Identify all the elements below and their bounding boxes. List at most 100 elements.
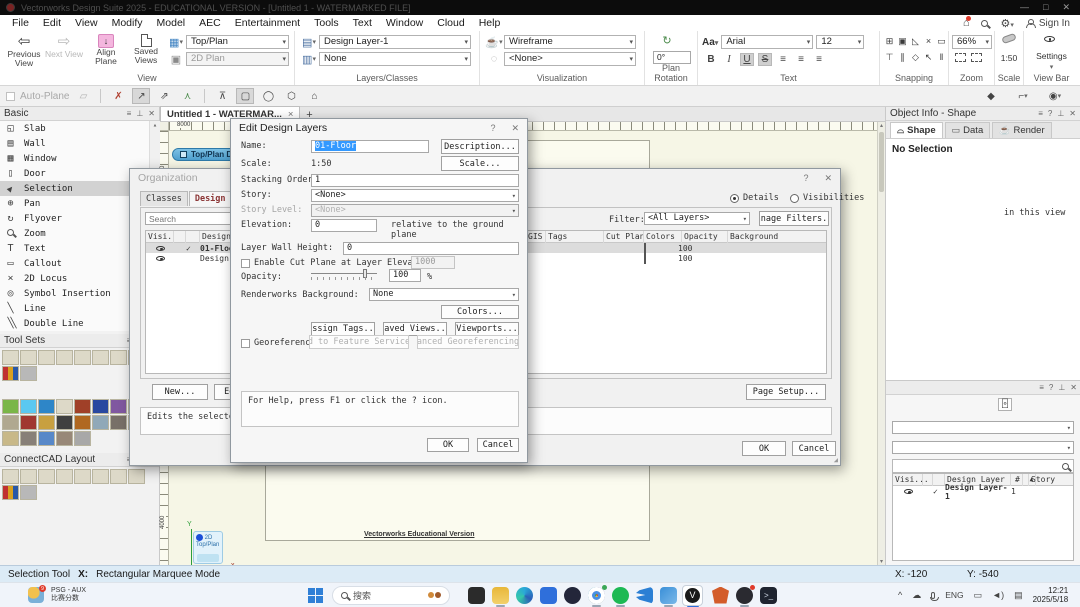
multi-select-icon[interactable]: ⇗ (155, 88, 173, 104)
connectcad-icon[interactable] (2, 469, 19, 484)
ok-button[interactable]: OK (427, 438, 469, 452)
menu-cloud[interactable]: Cloud (431, 16, 470, 30)
tool-group-icon[interactable] (74, 431, 91, 446)
toolset-icon[interactable] (92, 350, 109, 365)
snap-object-icon[interactable]: ▣ (896, 35, 909, 47)
scale-icon[interactable] (1001, 33, 1017, 44)
visibility-eye-icon[interactable] (156, 246, 165, 251)
new-button[interactable]: New... (152, 384, 208, 400)
plane-mode-icon[interactable]: ▱ (74, 88, 92, 104)
menu-file[interactable]: File (6, 16, 35, 30)
rectangular-marquee-icon[interactable]: ▢ (236, 88, 254, 104)
plan-rotation-icon[interactable]: ↻ (659, 33, 675, 47)
menu-entertainment[interactable]: Entertainment (229, 16, 306, 30)
assign-tags-button[interactable]: Assign Tags... (311, 322, 375, 336)
saved-views-button[interactable]: Saved Views... (383, 322, 447, 336)
snap-tangent-icon[interactable]: ↖ (922, 51, 935, 63)
view-settings-eye-icon[interactable] (1044, 36, 1055, 42)
cancel-button[interactable]: Cancel (477, 438, 519, 452)
tool-group-icon[interactable] (20, 415, 37, 430)
connectcad-icon[interactable] (38, 469, 55, 484)
toolset-icon[interactable] (110, 350, 127, 365)
camera-icon[interactable]: ⌻ (998, 398, 1012, 411)
render-mode-dropdown[interactable]: Wireframe (504, 35, 636, 49)
connectcad-icon[interactable] (20, 469, 37, 484)
touch-keyboard-icon[interactable]: ▭ (974, 590, 983, 601)
palette-pin-icon[interactable]: ⊥ (1057, 109, 1064, 118)
task-view-button[interactable] (468, 587, 485, 604)
tab-data[interactable]: ▭Data (945, 122, 991, 138)
snap-distance-icon[interactable]: ⊤ (883, 51, 896, 63)
menu-text[interactable]: Text (347, 16, 378, 30)
blue-app-icon[interactable] (540, 587, 557, 604)
render-style-dropdown[interactable]: <None> (504, 52, 636, 66)
connectcad-icon[interactable] (110, 469, 127, 484)
cut-plane-checkbox[interactable] (241, 259, 250, 268)
tool-group-icon[interactable] (56, 399, 73, 414)
menu-aec[interactable]: AEC (193, 16, 227, 30)
vectorworks-icon[interactable]: V (682, 585, 703, 606)
renderworks-dropdown[interactable]: None (369, 288, 519, 301)
orange-app-icon[interactable] (712, 587, 729, 604)
menu-modify[interactable]: Modify (106, 16, 149, 30)
fit-objects-icon[interactable] (955, 53, 966, 62)
menu-help[interactable]: Help (473, 16, 507, 30)
single-select-icon[interactable]: ↗ (132, 88, 150, 104)
onedrive-cloud-icon[interactable]: ☁ (912, 590, 921, 601)
wall-height-field[interactable]: 0 (343, 242, 519, 255)
dialog-close-icon[interactable]: ✕ (511, 123, 519, 134)
snap-loupe-icon[interactable]: ⌐▾ (1014, 88, 1032, 104)
class-icon[interactable]: ▥▾ (301, 52, 317, 66)
toolset-icon[interactable] (56, 350, 73, 365)
tool-group-icon[interactable] (20, 431, 37, 446)
tab-render[interactable]: ☕Render (992, 122, 1051, 138)
nav-layer-options-dropdown[interactable] (892, 421, 1074, 434)
font-size-dropdown[interactable]: 12 (816, 35, 864, 49)
connectcad-icon[interactable] (20, 485, 37, 500)
menu-tools[interactable]: Tools (308, 16, 345, 30)
tool-group-icon[interactable] (74, 415, 91, 430)
snap-intersection-icon[interactable]: × (922, 35, 935, 47)
strikethrough-button[interactable]: S (758, 53, 772, 66)
previous-view-button[interactable]: ⇦ Previous View (4, 34, 44, 68)
minimize-button[interactable]: — (1020, 2, 1029, 13)
story-level-dropdown[interactable]: <None> (311, 204, 519, 217)
tool-group-icon[interactable] (92, 399, 109, 414)
snap-pause-icon[interactable]: ‖ (935, 51, 948, 63)
tool-group-icon[interactable] (20, 399, 37, 414)
terminal-icon[interactable]: >_ (760, 587, 777, 604)
tray-expand-chevron[interactable]: ^ (898, 590, 902, 600)
snap-edge-icon[interactable]: ▭ (935, 35, 948, 47)
dialog-close-icon[interactable]: ✕ (824, 173, 832, 184)
printer-icon[interactable]: ▤ (1014, 590, 1023, 601)
palette-close-icon[interactable]: ✕ (148, 109, 155, 118)
tool-window[interactable]: Window (0, 151, 160, 166)
view-mode-icon[interactable]: ▦▾ (168, 35, 184, 49)
colors-button[interactable]: Colors... (441, 305, 519, 319)
underline-button[interactable]: U (740, 53, 754, 66)
nav-table-row[interactable]: ✓ Design Layer-1 1 (893, 486, 1073, 497)
plan-mode-icon[interactable]: ▣ (168, 52, 184, 66)
active-class-dropdown[interactable]: None (319, 52, 471, 66)
stacking-order-field[interactable]: 1 (311, 174, 519, 187)
align-center-icon[interactable]: ≡ (794, 53, 808, 66)
visibility-eye-icon[interactable] (156, 256, 165, 261)
edit-dialog-titlebar[interactable]: Edit Design Layers ?✕ (231, 119, 527, 137)
connectcad-icon[interactable] (92, 469, 109, 484)
text-style-icon[interactable]: Aa▾ (702, 37, 718, 48)
disable-interactive-icon[interactable]: ✗ (109, 88, 127, 104)
snap-angle-icon[interactable]: ◺ (909, 35, 922, 47)
toolset-icon[interactable] (2, 366, 19, 381)
scale-value[interactable]: 1:50 (995, 53, 1023, 63)
dialog-help-icon[interactable]: ? (803, 173, 808, 184)
tool-group-icon[interactable] (2, 431, 19, 446)
page-setup-button[interactable]: Page Setup... (746, 384, 826, 400)
snap-surface-icon[interactable]: ◇ (909, 51, 922, 63)
palette-pin-icon[interactable]: ⊥ (136, 109, 143, 118)
settings-gear-icon[interactable]: ⚙▾ (1000, 17, 1013, 30)
widgets-button[interactable]: 9 PSG - AUX比赛分数 (28, 587, 86, 603)
tab-classes[interactable]: Classes (140, 191, 188, 206)
snap-grid-icon[interactable]: ⊞ (883, 35, 896, 47)
tool-group-icon[interactable] (110, 415, 127, 430)
search-icon[interactable] (981, 20, 988, 27)
